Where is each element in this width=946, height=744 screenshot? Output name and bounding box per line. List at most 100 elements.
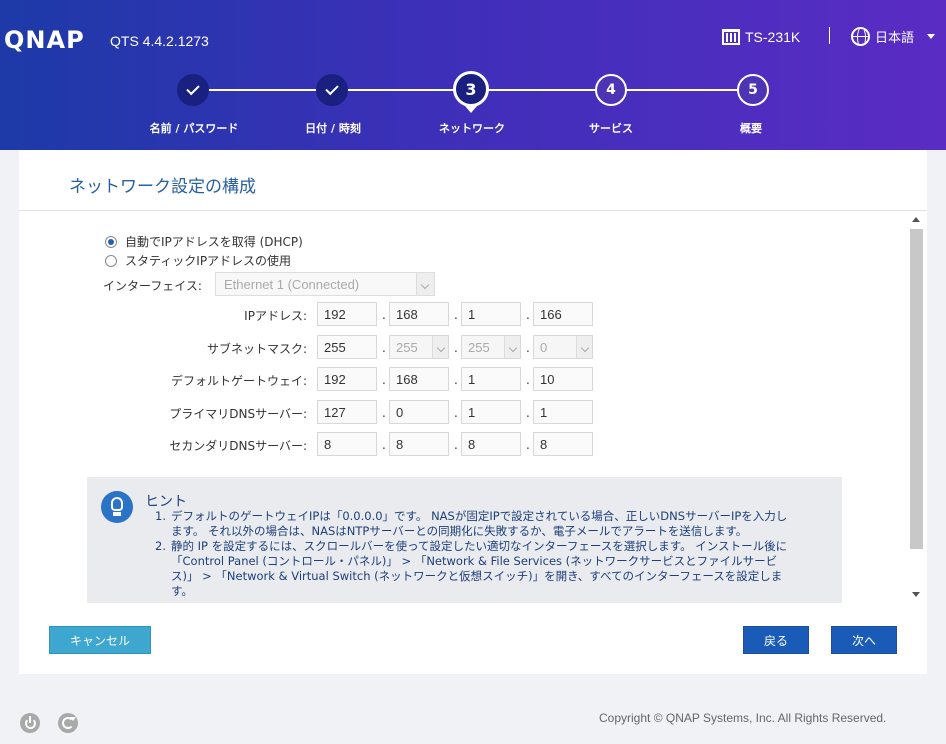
subnet-octet-1[interactable]: 255 [317,335,377,359]
scroll-up-icon[interactable] [912,217,920,222]
octet-separator: . [526,373,530,387]
language-selector[interactable]: 日本語 [851,25,936,47]
octet-separator: . [382,373,386,387]
octet-separator: . [526,406,530,420]
static-ip-label: スタティックIPアドレスの使用 [125,254,292,268]
hint-item-2-number: 2. [155,539,166,553]
hint-item-2-line-3: ス)」 > 「Network & Virtual Switch (ネットワークと… [171,569,783,583]
gateway-octet-3[interactable]: 1 [461,367,521,391]
hint-title: ヒント [145,494,187,510]
check-icon [325,81,339,96]
nas-device-icon [722,29,740,45]
primary-dns-octet-1[interactable]: 127 [317,400,377,424]
gateway-row: デフォルトゲートウェイ: 192 . 168 . 1 . 10 [19,367,927,391]
octet-separator: . [526,438,530,452]
subnet-octet-2-select[interactable]: 255 [389,335,449,359]
subnet-mask-row: サブネットマスク: 255 . 255 . 255 . 0 [19,335,927,359]
step-4-circle: 4 [595,74,627,106]
top-header: QNAP QTS 4.4.2.1273 TS-231K 日本語 3 4 5 名前… [0,0,946,150]
lightbulb-icon [101,491,133,523]
ip-address-row: IPアドレス: 192 . 168 . 1 . 166 [19,302,927,326]
step-4-label: サービス [589,122,633,135]
hint-item-2-line-4: す。 [171,584,193,598]
secondary-dns-octet-1[interactable]: 8 [317,432,377,456]
step-5-label: 概要 [740,122,762,135]
primary-dns-octet-2[interactable]: 0 [389,400,449,424]
step-2-circle [316,74,348,106]
step-1-label: 名前 / パスワード [149,122,239,135]
secondary-dns-row: セカンダリDNSサーバー: 8 . 8 . 8 . 8 [19,432,927,456]
language-label: 日本語 [875,30,915,46]
chevron-down-icon [504,336,520,358]
nas-model: TS-231K [722,27,800,47]
subnet-octet-2: 255 [396,340,418,355]
hint-box: ヒント 1. デフォルトのゲートウェイIPは「0.0.0.0」です。 NASが固… [87,477,842,603]
step-3-circle: 3 [453,71,489,113]
gateway-octet-1[interactable]: 192 [317,367,377,391]
ip-octet-3[interactable]: 1 [461,302,521,326]
octet-separator: . [526,341,530,355]
wizard-panel: ネットワーク設定の構成 自動でIPアドレスを取得 (DHCP) スタティックIP… [19,150,927,674]
octet-separator: . [454,373,458,387]
restart-icon[interactable] [58,713,78,733]
octet-separator: . [382,438,386,452]
ip-octet-1[interactable]: 192 [317,302,377,326]
chevron-down-icon [432,336,448,358]
hint-item-1-line-1: デフォルトのゲートウェイIPは「0.0.0.0」です。 NASが固定IPで設定さ… [171,509,788,523]
step-3-label: ネットワーク [439,122,505,135]
scrollbar-thumb[interactable] [910,229,923,549]
subnet-octet-4-select[interactable]: 0 [533,335,593,359]
secondary-dns-label: セカンダリDNSサーバー: [169,439,307,453]
dhcp-label: 自動でIPアドレスを取得 (DHCP) [125,235,303,249]
interface-select[interactable]: Ethernet 1 (Connected) [215,272,435,296]
qnap-logo: QNAP [4,26,85,54]
step-5-circle: 5 [737,74,769,106]
hint-item-2: 2. 静的 IP を設定するには、スクロールバーを使って設定したい適切なインター… [155,539,827,599]
primary-dns-octet-3[interactable]: 1 [461,400,521,424]
octet-separator: . [454,308,458,322]
chevron-down-icon [576,336,592,358]
page-title: ネットワーク設定の構成 [69,177,256,197]
static-ip-radio[interactable] [105,254,117,267]
primary-dns-label: プライマリDNSサーバー: [169,407,307,421]
secondary-dns-octet-2[interactable]: 8 [389,432,449,456]
hint-item-1-line-2: ます。 それ以外の場合は、NASはNTPサーバーとの同期化に失敗するか、電子メー… [171,524,748,538]
gateway-label: デフォルトゲートウェイ: [170,374,307,388]
next-button[interactable]: 次へ [831,626,897,654]
chevron-down-icon [927,33,936,39]
primary-dns-row: プライマリDNSサーバー: 127 . 0 . 1 . 1 [19,400,927,424]
scroll-down-icon[interactable] [912,592,920,597]
subnet-mask-label: サブネットマスク: [206,342,307,356]
dhcp-option[interactable]: 自動でIPアドレスを取得 (DHCP) [105,233,303,250]
step-2-label: 日付 / 時刻 [305,122,361,135]
dhcp-radio[interactable] [105,235,117,248]
check-icon [186,81,200,96]
cancel-button[interactable]: キャンセル [49,626,151,654]
firmware-version: QTS 4.4.2.1273 [110,33,209,49]
octet-separator: . [382,406,386,420]
hint-item-1: 1. デフォルトのゲートウェイIPは「0.0.0.0」です。 NASが固定IPで… [155,509,827,539]
copyright-text: Copyright © QNAP Systems, Inc. All Right… [599,711,887,725]
primary-dns-octet-4[interactable]: 1 [533,400,593,424]
gateway-octet-4[interactable]: 10 [533,367,593,391]
header-divider [829,27,830,44]
static-ip-option[interactable]: スタティックIPアドレスの使用 [105,252,291,269]
power-icon[interactable] [20,713,40,733]
ip-octet-4[interactable]: 166 [533,302,593,326]
back-button[interactable]: 戻る [743,626,809,654]
vertical-scrollbar[interactable] [908,213,924,603]
ip-octet-2[interactable]: 168 [389,302,449,326]
interface-value: Ethernet 1 (Connected) [224,277,360,292]
secondary-dns-octet-3[interactable]: 8 [461,432,521,456]
hint-item-2-line-1: 静的 IP を設定するには、スクロールバーを使って設定したい適切なインターフェー… [171,539,788,553]
nas-model-label: TS-231K [745,29,801,45]
ip-address-label: IPアドレス: [244,309,307,323]
secondary-dns-octet-4[interactable]: 8 [533,432,593,456]
octet-separator: . [454,341,458,355]
octet-separator: . [454,406,458,420]
hint-text: 1. デフォルトのゲートウェイIPは「0.0.0.0」です。 NASが固定IPで… [155,509,827,599]
subnet-octet-3-select[interactable]: 255 [461,335,521,359]
subnet-octet-3: 255 [468,340,490,355]
gateway-octet-2[interactable]: 168 [389,367,449,391]
globe-icon [851,26,870,46]
